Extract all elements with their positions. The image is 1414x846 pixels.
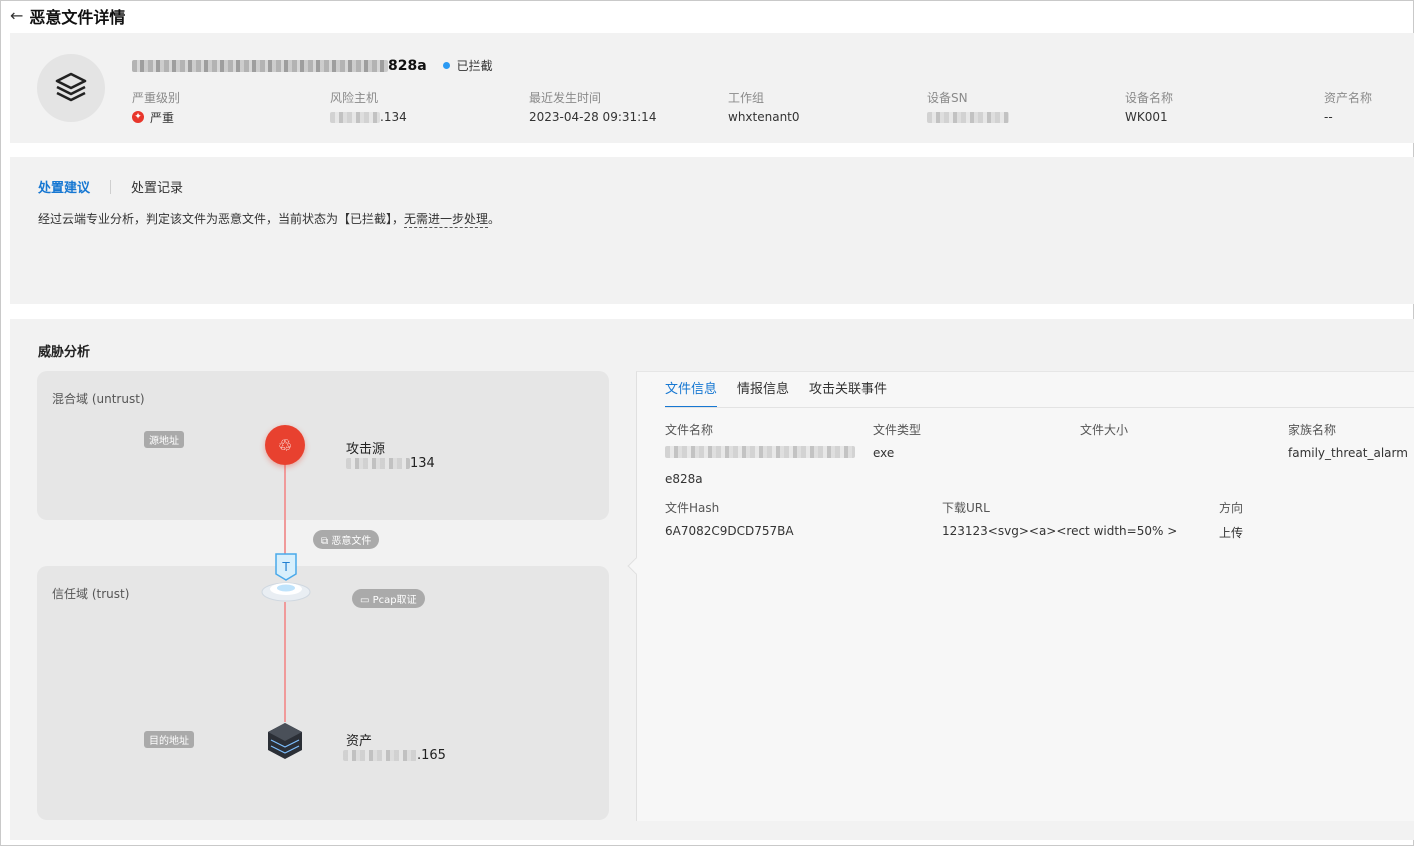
suggestion-text: 经过云端专业分析，判定该文件为恶意文件，当前状态为【已拦截】，无需进一步处理。	[38, 210, 501, 228]
back-arrow-icon[interactable]: ←	[10, 8, 23, 24]
file-name-value-redacted	[665, 446, 855, 458]
malicious-file-pill[interactable]: ⧉ 恶意文件	[313, 530, 380, 549]
file-name-redacted	[132, 59, 388, 72]
file-name-label: 文件名称	[665, 423, 714, 437]
zone-untrust-label: 混合域 (untrust)	[52, 392, 145, 406]
file-layers-icon	[37, 54, 105, 122]
asset-name-field: 资产名称 --	[1324, 89, 1372, 125]
risk-host-value: .134	[380, 110, 407, 124]
suggestion-text-dashed: 无需进一步处理	[404, 212, 489, 228]
severity-field: 严重级别 ✦ 严重	[132, 89, 180, 125]
device-name-label: 设备名称	[1125, 91, 1174, 105]
page-header: ← 恶意文件详情	[10, 4, 125, 28]
file-name-field: 文件名称 e828a	[665, 421, 855, 486]
family-label: 家族名称	[1288, 423, 1337, 437]
malicious-file-label: 恶意文件	[331, 536, 372, 547]
status-badge: 已拦截	[456, 59, 493, 73]
asset-ip-redacted	[343, 750, 417, 761]
severity-value: 严重	[150, 110, 175, 125]
threat-analysis-panel: 威胁分析 混合域 (untrust) 信任域 (trust) 源地址 目的地址 …	[10, 319, 1414, 840]
hash-field: 文件Hash 6A7082C9DCD757BA	[665, 499, 794, 538]
tab-divider	[110, 179, 112, 194]
file-size-label: 文件大小	[1080, 423, 1129, 437]
file-size-field: 文件大小	[1080, 421, 1128, 446]
url-value: 123123<svg><a><rect width=50% >	[942, 524, 1178, 538]
file-type-label: 文件类型	[873, 423, 922, 437]
asset-name-value: --	[1324, 110, 1333, 124]
device-name-field: 设备名称 WK001	[1125, 89, 1173, 125]
last-time-label: 最近发生时间	[529, 91, 602, 105]
asset-ip-suffix: .165	[417, 748, 446, 763]
firewall-node-icon[interactable]: T	[260, 548, 312, 604]
zone-trust-label: 信任域 (trust)	[52, 587, 130, 601]
last-time-field: 最近发生时间 2023-04-28 09:31:14	[529, 89, 656, 125]
asset-name-label: 资产名称	[1324, 91, 1373, 105]
src-address-pill: 源地址	[144, 431, 184, 448]
family-field: 家族名称 family_threat_alarm	[1288, 421, 1408, 460]
card-pointer	[627, 557, 645, 575]
file-name-value: e828a	[665, 446, 855, 486]
file-detail-card: 文件信息 情报信息 攻击关联事件 文件名称 e828a 文件类型 exe 文件大…	[627, 371, 1414, 821]
device-sn-label: 设备SN	[927, 91, 968, 105]
attacker-label: 攻击源	[346, 442, 386, 457]
asset-link-line	[284, 602, 286, 722]
tab-file-info[interactable]: 文件信息	[665, 372, 718, 408]
asset-label: 资产	[346, 734, 373, 749]
device-name-value: WK001	[1125, 110, 1168, 124]
dst-address-pill: 目的地址	[144, 731, 194, 748]
status-dot-icon	[442, 62, 450, 69]
attacker-ip-redacted	[346, 458, 410, 469]
url-label: 下载URL	[942, 501, 990, 515]
file-name-suffix: 828a	[388, 57, 427, 74]
url-field: 下载URL 123123<svg><a><rect width=50% >	[942, 499, 1177, 538]
file-name-value-tail: e828a	[665, 472, 703, 486]
risk-host-redacted	[330, 111, 380, 123]
suggestion-panel: 处置建议 处置记录 经过云端专业分析，判定该文件为恶意文件，当前状态为【已拦截】…	[10, 157, 1414, 304]
family-value: family_threat_alarm	[1288, 446, 1408, 460]
file-type-field: 文件类型 exe	[873, 421, 921, 460]
svg-text:T: T	[281, 560, 290, 574]
risk-host-label: 风险主机	[330, 91, 379, 105]
zone-trust: 信任域 (trust)	[37, 566, 609, 820]
page-title: 恶意文件详情	[29, 8, 126, 27]
tab-records[interactable]: 处置记录	[131, 177, 183, 196]
last-time-value: 2023-04-28 09:31:14	[529, 110, 657, 124]
risk-host-field: 风险主机 .134	[330, 89, 407, 125]
direction-label: 方向	[1219, 501, 1244, 515]
tabs-underline	[665, 407, 1414, 408]
file-summary: 828a 已拦截 严重级别 ✦ 严重 风险主机 .134 最近发生时间 2023…	[10, 33, 1414, 143]
hash-value: 6A7082C9DCD757BA	[665, 524, 794, 538]
attacker-ip-suffix: 134	[410, 456, 435, 471]
suggestion-text-end: 。	[488, 212, 501, 226]
fire-icon: ✦	[132, 111, 144, 123]
detail-tabs: 文件信息 情报信息 攻击关联事件	[665, 372, 887, 408]
direction-field: 方向 上传	[1219, 499, 1243, 541]
tab-related-events[interactable]: 攻击关联事件	[809, 372, 887, 408]
pcap-label: Pcap取证	[372, 595, 417, 606]
file-name-row: 828a 已拦截	[132, 57, 493, 74]
asset-ip: .165	[343, 748, 446, 763]
asset-server-icon[interactable]	[265, 721, 305, 761]
file-type-value: exe	[873, 446, 895, 460]
device-sn-redacted	[927, 111, 1009, 123]
workgroup-field: 工作组 whxtenant0	[728, 89, 800, 125]
attack-link-line	[284, 465, 286, 555]
suggestion-tabs: 处置建议 处置记录	[38, 177, 183, 196]
direction-value: 上传	[1219, 526, 1244, 540]
attacker-node-icon[interactable]: ♲	[265, 425, 305, 465]
hash-label: 文件Hash	[665, 501, 720, 515]
attacker-ip: 134	[346, 456, 435, 471]
severity-label: 严重级别	[132, 91, 181, 105]
workgroup-value: whxtenant0	[728, 110, 800, 124]
threat-title: 威胁分析	[38, 345, 91, 360]
workgroup-label: 工作组	[728, 91, 765, 105]
tab-intel-info[interactable]: 情报信息	[737, 372, 789, 408]
tab-suggestion[interactable]: 处置建议	[38, 177, 90, 196]
pcap-pill[interactable]: ▭ Pcap取证	[352, 589, 425, 608]
zone-untrust: 混合域 (untrust)	[37, 371, 609, 520]
device-sn-field: 设备SN	[927, 89, 1009, 125]
suggestion-text-main: 经过云端专业分析，判定该文件为恶意文件，当前状态为【已拦截】，	[38, 212, 405, 226]
